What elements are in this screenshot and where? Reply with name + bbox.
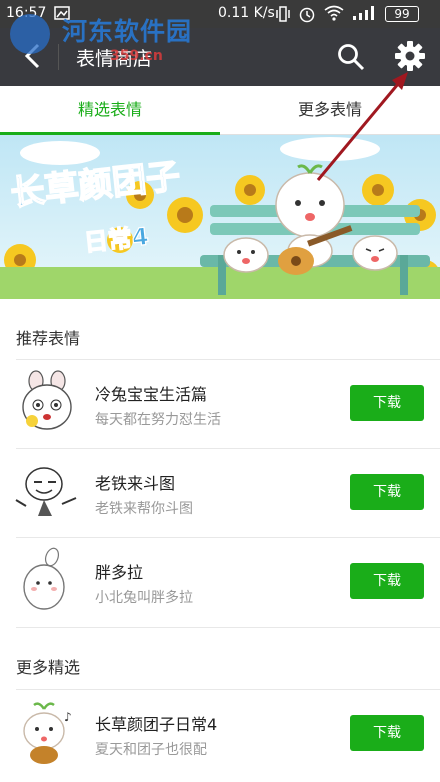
section-more-heading: 更多精选 [16,658,81,677]
tab-bar: 精选表情 更多表情 [0,86,440,135]
sticker-description: 每天都在努力怼生活 [95,412,221,428]
small-dumpling-left [223,237,269,273]
image-notification-icon [54,5,70,25]
signal-icon [352,5,376,25]
list-item[interactable]: 老铁来斗图 老铁来帮你斗图 下载 [0,448,440,536]
network-speed: 0.11 K/s [218,5,275,21]
tab-more-stickers[interactable]: 更多表情 [220,86,440,134]
svg-text:♪: ♪ [64,710,72,724]
list-item[interactable]: 胖多拉 小北兔叫胖多拉 下载 [0,537,440,625]
app-bar-divider [58,44,59,70]
sticker-name: 长草颜团子日常4 [95,715,218,734]
page-title: 表情商店 [76,48,153,70]
featured-banner[interactable]: 长草颜团子 日常4 [0,135,440,299]
alarm-icon [298,5,316,27]
download-button[interactable]: 下载 [350,474,424,510]
vibrate-icon [276,5,290,27]
section-recommended-heading: 推荐表情 [16,329,81,348]
status-time: 16:57 [6,5,47,21]
divider [16,627,440,628]
list-item[interactable]: 冷兔宝宝生活篇 每天都在努力怼生活 下载 [0,359,440,447]
sticker-description: 老铁来帮你斗图 [95,501,193,517]
meme-face-thumbnail [15,467,77,516]
cold-rabbit-thumbnail [22,370,72,430]
battery-indicator: 99 [385,6,419,22]
sticker-description: 小北兔叫胖多拉 [95,590,193,606]
download-button[interactable]: 下载 [350,385,424,421]
settings-gear-icon[interactable] [394,40,426,76]
list-item[interactable]: ♪ 长草颜团子日常4 夏天和团子也很配 下载 [0,689,440,777]
search-icon[interactable] [336,42,366,76]
small-dumpling-right [352,235,398,271]
sticker-name: 老铁来斗图 [95,474,176,493]
download-button[interactable]: 下载 [350,563,424,599]
status-bar: 16:57 0.11 K/s 99 [0,0,440,28]
sticker-name: 胖多拉 [95,563,144,582]
tab-featured-stickers[interactable]: 精选表情 [0,86,220,134]
sticker-name: 冷兔宝宝生活篇 [95,385,208,404]
fat-rabbit-thumbnail [23,547,65,610]
download-button[interactable]: 下载 [350,715,424,751]
app-bar: 表情商店 [0,28,440,86]
dumpling-guitar-thumbnail: ♪ [23,702,72,764]
wifi-icon [324,5,344,25]
back-arrow-icon[interactable] [22,42,44,74]
sticker-description: 夏天和团子也很配 [95,742,207,758]
